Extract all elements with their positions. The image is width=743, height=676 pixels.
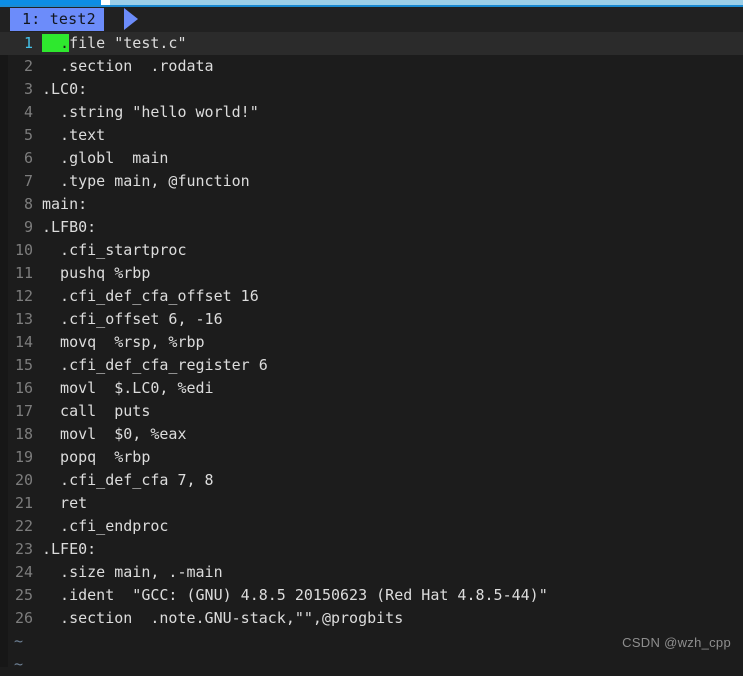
tab-powerline-arrow-icon	[124, 8, 138, 30]
line-number: 7	[23, 172, 33, 190]
code-line[interactable]: 12 .cfi_def_cfa_offset 16	[0, 285, 743, 308]
line-number: 3	[23, 80, 33, 98]
code-line-text: .cfi_def_cfa_offset 16	[42, 287, 259, 305]
line-number: 13	[14, 310, 33, 328]
line-number: 1	[23, 34, 33, 52]
code-line-text: .type main, @function	[42, 172, 250, 190]
empty-line-row: ~	[0, 653, 743, 676]
line-number: 16	[14, 379, 33, 397]
code-line[interactable]: 4 .string "hello world!"	[0, 101, 743, 124]
code-line-text: .text	[42, 126, 106, 144]
code-line[interactable]: 5 .text	[0, 124, 743, 147]
line-number: 25	[14, 586, 33, 604]
csdn-watermark: CSDN @wzh_cpp	[622, 635, 731, 650]
code-line[interactable]: 26 .section .note.GNU-stack,"",@progbits	[0, 607, 743, 630]
code-line[interactable]: 20 .cfi_def_cfa 7, 8	[0, 469, 743, 492]
line-number: 4	[23, 103, 33, 121]
line-number: 22	[14, 517, 33, 535]
code-line-text: .cfi_def_cfa_register 6	[42, 356, 268, 374]
line-number: 19	[14, 448, 33, 466]
code-line[interactable]: 14 movq %rsp, %rbp	[0, 331, 743, 354]
code-line-list: 1 .file "test.c" 2 .section .rodata 3 .LC0:…	[0, 32, 743, 630]
code-line-text: .globl main	[42, 149, 169, 167]
line-number: 23	[14, 540, 33, 558]
line-number: 12	[14, 287, 33, 305]
code-line-text: movl $0, %eax	[42, 425, 187, 443]
line-number: 21	[14, 494, 33, 512]
code-line-text: movq %rsp, %rbp	[42, 333, 205, 351]
code-line[interactable]: 18 movl $0, %eax	[0, 423, 743, 446]
code-line[interactable]: 22 .cfi_endproc	[0, 515, 743, 538]
code-line[interactable]: 13 .cfi_offset 6, -16	[0, 308, 743, 331]
code-line[interactable]: 24 .size main, .-main	[0, 561, 743, 584]
code-line[interactable]: 8 main:	[0, 193, 743, 216]
code-line[interactable]: 11 pushq %rbp	[0, 262, 743, 285]
line-number: 10	[14, 241, 33, 259]
code-line-text: .section .rodata	[42, 57, 214, 75]
line-number: 14	[14, 333, 33, 351]
code-line-text: .LFE0:	[42, 540, 97, 558]
line-number: 6	[23, 149, 33, 167]
code-line-text-rest: file "test.c"	[69, 34, 187, 52]
line-number: 8	[23, 195, 33, 213]
code-line-text: movl $.LC0, %edi	[42, 379, 214, 397]
code-line-text: main:	[42, 195, 88, 213]
line-number: 17	[14, 402, 33, 420]
code-line-text: pushq %rbp	[42, 264, 151, 282]
page-load-progress-bar	[0, 0, 743, 7]
code-line-text: .cfi_def_cfa 7, 8	[42, 471, 214, 489]
code-line[interactable]: 16 movl $.LC0, %edi	[0, 377, 743, 400]
code-line-text: .file "test.c"	[42, 32, 187, 55]
line-number: 2	[23, 57, 33, 75]
line-number: 5	[23, 126, 33, 144]
code-line-text: .cfi_startproc	[42, 241, 187, 259]
code-line-text: popq %rbp	[42, 448, 151, 466]
code-line[interactable]: 2 .section .rodata	[0, 55, 743, 78]
line-number: 24	[14, 563, 33, 581]
line-number: 9	[23, 218, 33, 236]
line-number: 18	[14, 425, 33, 443]
code-line[interactable]: 1 .file "test.c"	[0, 32, 743, 55]
block-cursor: .	[42, 34, 70, 52]
code-line-text: .ident "GCC: (GNU) 4.8.5 20150623 (Red H…	[42, 586, 548, 604]
code-line-text: call puts	[42, 402, 151, 420]
code-line[interactable]: 23 .LFE0:	[0, 538, 743, 561]
vim-editor-buffer[interactable]: 1 .file "test.c" 2 .section .rodata 3 .LC0:…	[0, 32, 743, 673]
code-line-text: .cfi_endproc	[42, 517, 169, 535]
code-line[interactable]: 25 .ident "GCC: (GNU) 4.8.5 20150623 (Re…	[0, 584, 743, 607]
line-number: 26	[14, 609, 33, 627]
code-line-text: .size main, .-main	[42, 563, 223, 581]
code-line[interactable]: 19 popq %rbp	[0, 446, 743, 469]
line-number: 11	[14, 264, 33, 282]
code-line[interactable]: 10 .cfi_startproc	[0, 239, 743, 262]
code-line[interactable]: 17 call puts	[0, 400, 743, 423]
code-line[interactable]: 21 ret	[0, 492, 743, 515]
code-line-text: .section .note.GNU-stack,"",@progbits	[42, 609, 404, 627]
vim-tabline: 1: test2	[0, 7, 743, 32]
code-line-text: .string "hello world!"	[42, 103, 259, 121]
code-line[interactable]: 3 .LC0:	[0, 78, 743, 101]
line-number: 20	[14, 471, 33, 489]
code-line[interactable]: 9 .LFB0:	[0, 216, 743, 239]
tab-test2[interactable]: 1: test2	[10, 8, 104, 31]
code-line-text: .LC0:	[42, 80, 88, 98]
code-line[interactable]: 6 .globl main	[0, 147, 743, 170]
code-line-text: .LFB0:	[42, 218, 97, 236]
code-line[interactable]: 15 .cfi_def_cfa_register 6	[0, 354, 743, 377]
code-line[interactable]: 7 .type main, @function	[0, 170, 743, 193]
code-line-text: ret	[42, 494, 88, 512]
line-number: 15	[14, 356, 33, 374]
tab-test2-label: 1: test2	[22, 10, 96, 28]
code-line-text: .cfi_offset 6, -16	[42, 310, 223, 328]
